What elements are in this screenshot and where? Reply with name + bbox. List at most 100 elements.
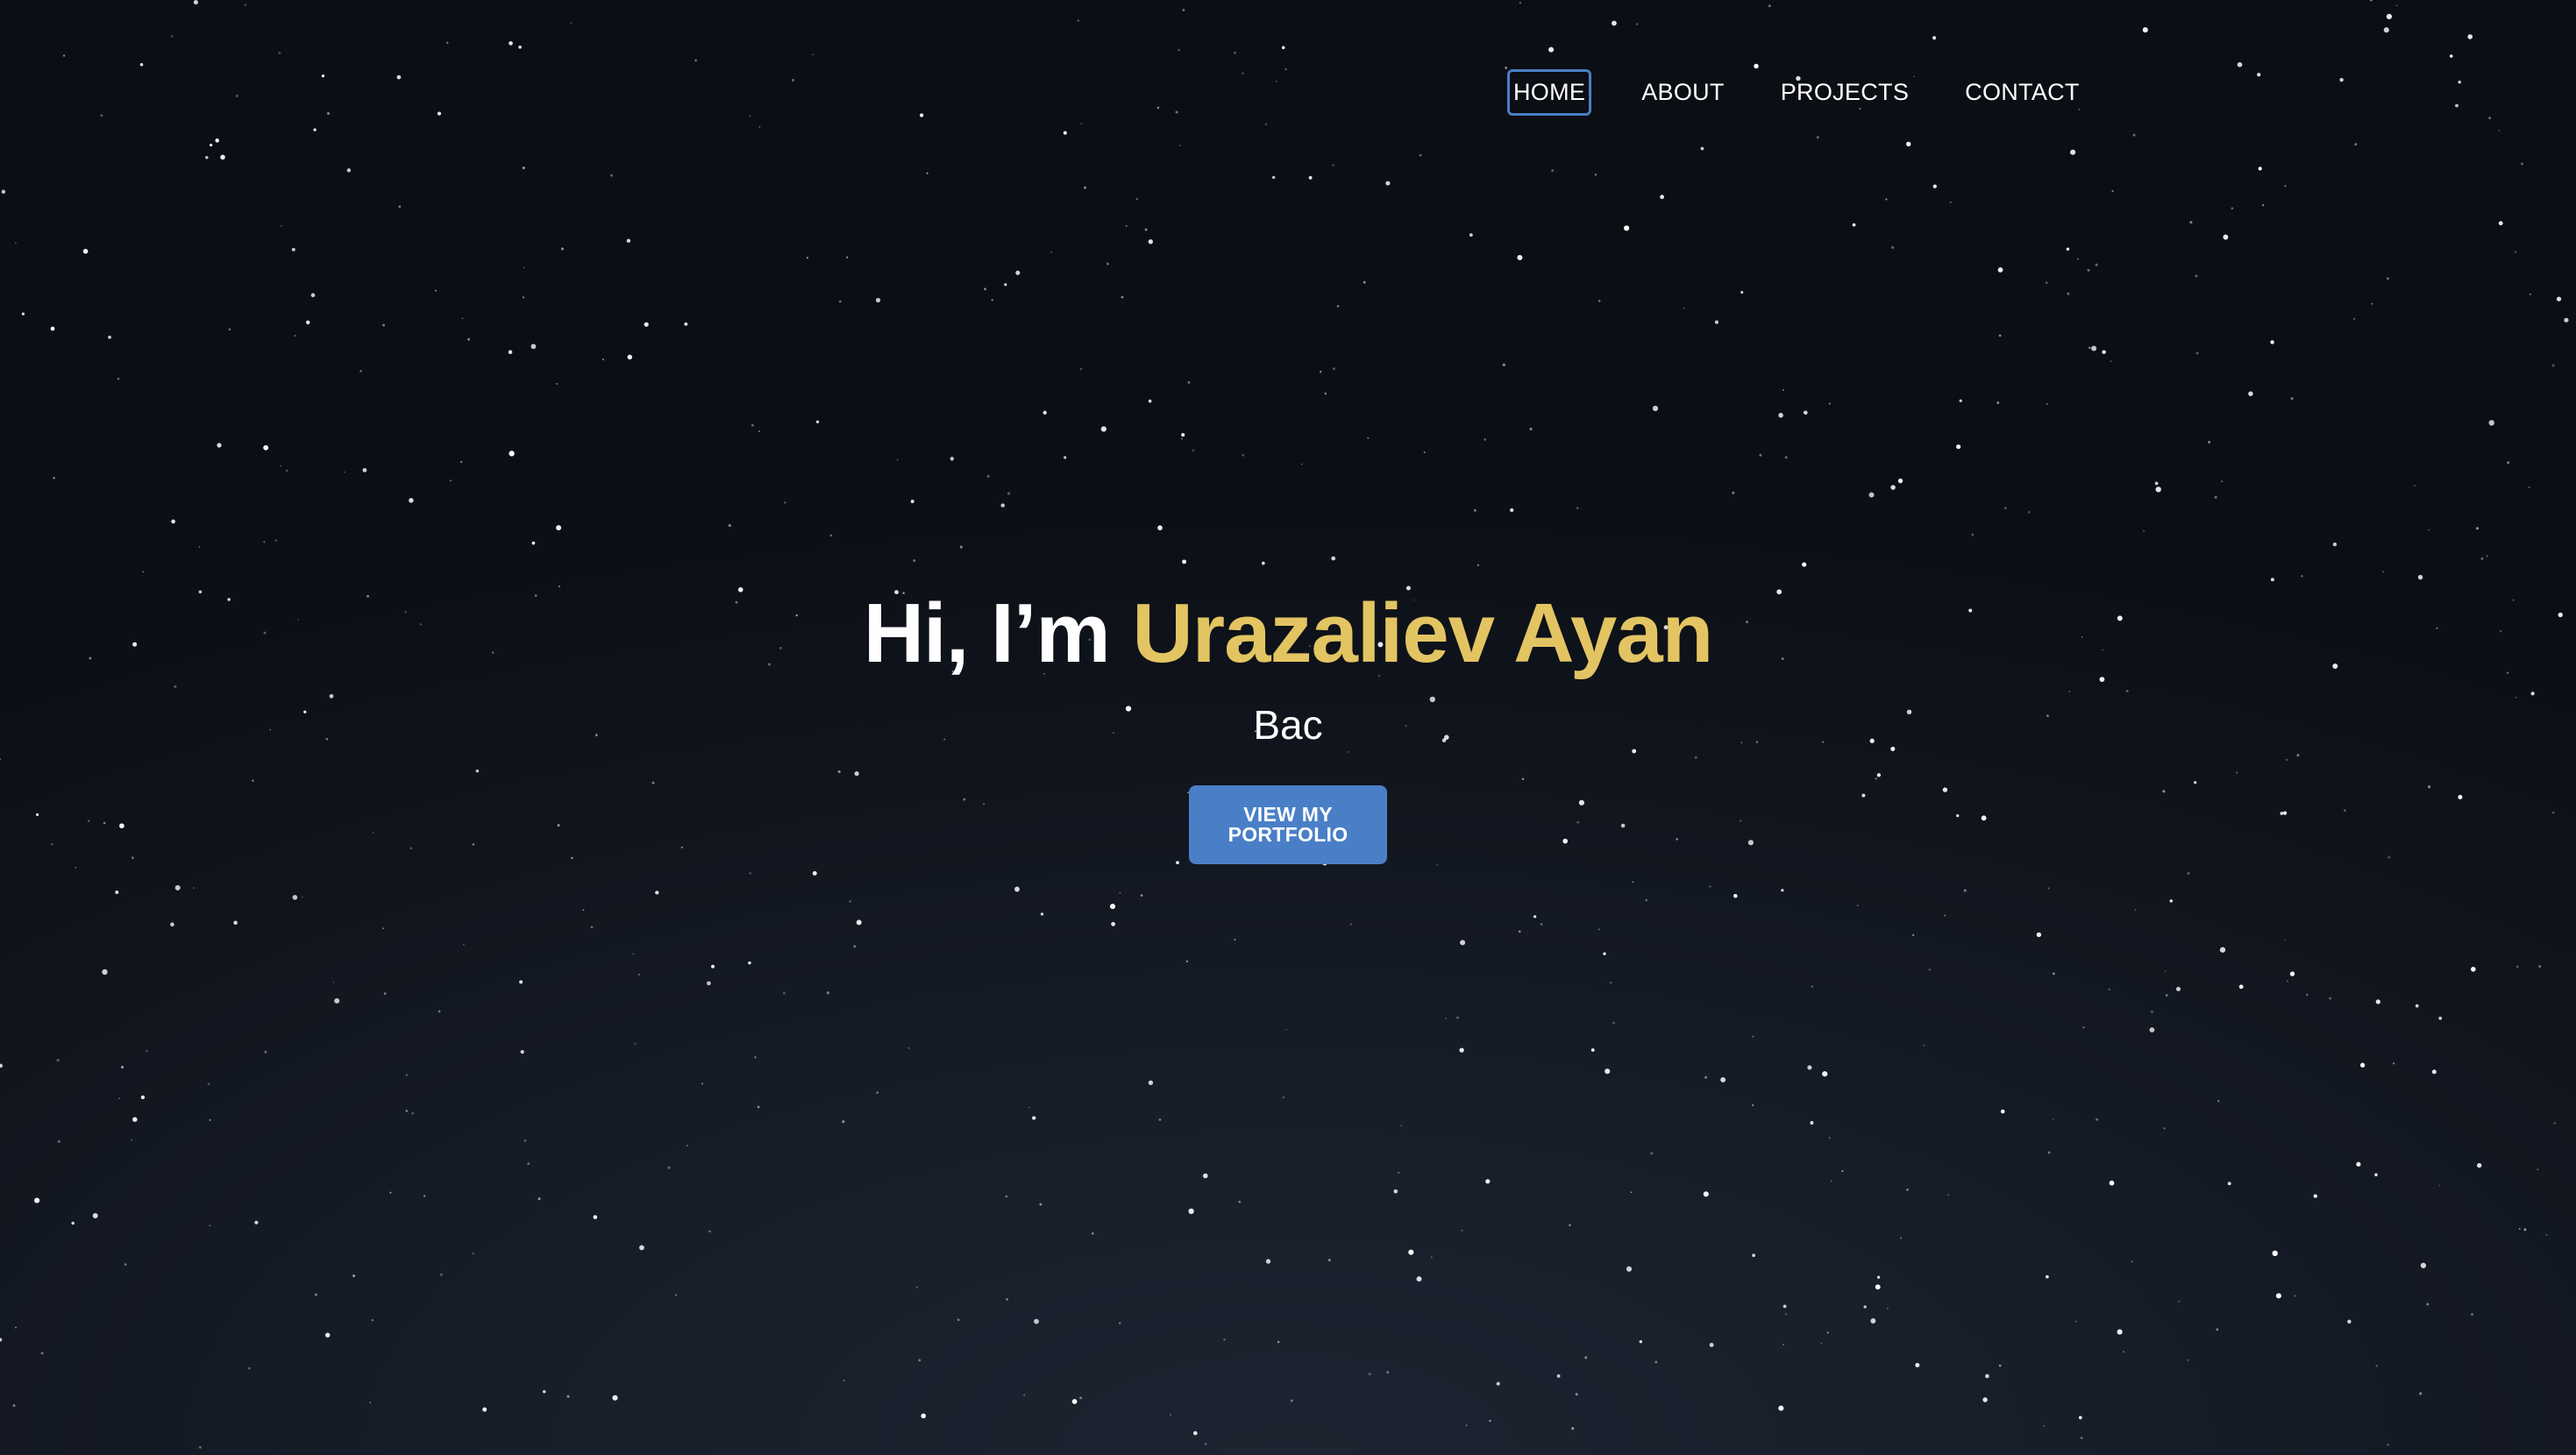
star [1023, 1394, 1026, 1396]
star [2036, 932, 2042, 938]
star [2414, 485, 2416, 487]
star [2347, 1319, 2352, 1324]
view-portfolio-button[interactable]: VIEW MY PORTFOLIO [1189, 785, 1387, 865]
star [1590, 1048, 1595, 1052]
star [2332, 542, 2338, 547]
star [50, 326, 55, 331]
star [1004, 283, 1007, 287]
star [1768, 4, 1771, 8]
star [2507, 461, 2509, 465]
star [1092, 1232, 1094, 1235]
star [2043, 1425, 2045, 1427]
star [856, 919, 862, 926]
star [2187, 871, 2190, 875]
star [2329, 997, 2332, 1000]
star [1156, 106, 1160, 110]
star [215, 138, 219, 143]
star [459, 460, 463, 464]
star [446, 41, 449, 44]
star [2046, 1274, 2049, 1279]
star [1489, 1419, 1491, 1423]
star [684, 322, 688, 326]
star [235, 94, 238, 97]
star [1971, 533, 1975, 536]
star [2238, 984, 2244, 990]
star [1277, 1340, 1280, 1344]
star [2208, 440, 2211, 444]
star [2270, 340, 2274, 344]
star [1180, 437, 1184, 440]
nav-about-link[interactable]: ABOUT [1638, 72, 1728, 113]
star [423, 1195, 426, 1197]
star [2155, 486, 2161, 493]
star [2047, 1151, 2051, 1154]
star [0, 1063, 4, 1068]
star [1959, 399, 1962, 402]
star [876, 1091, 879, 1094]
star [1875, 1284, 1881, 1290]
star [782, 991, 786, 995]
star [482, 1407, 487, 1412]
star [1242, 454, 1245, 457]
star [102, 969, 108, 976]
star [1157, 525, 1163, 531]
star [2142, 27, 2148, 33]
star [910, 500, 914, 504]
star [2438, 1184, 2441, 1187]
star [950, 457, 955, 461]
star [1187, 380, 1191, 384]
star [1308, 175, 1313, 180]
star [1363, 280, 1366, 284]
star [701, 1082, 704, 1085]
star [2066, 247, 2070, 251]
star [2301, 575, 2303, 578]
star [1084, 186, 1086, 189]
nav-home-link[interactable]: HOME [1506, 69, 1592, 116]
star [1015, 270, 1021, 275]
star [2275, 1293, 2281, 1299]
nav-projects-link[interactable]: PROJECTS [1777, 72, 1912, 113]
star [1752, 1253, 1755, 1258]
star [849, 900, 852, 903]
star [2419, 1392, 2423, 1395]
star [2272, 1250, 2278, 1257]
star [140, 1095, 146, 1100]
star [2178, 1300, 2181, 1302]
star [2564, 317, 2569, 323]
star [1332, 164, 1334, 167]
star [1398, 1171, 1400, 1175]
star [1598, 928, 1600, 931]
star [984, 287, 986, 291]
star [2154, 481, 2159, 486]
star [1822, 1071, 1828, 1077]
star [1000, 503, 1005, 507]
nav-contact-link[interactable]: CONTACT [1961, 72, 2083, 113]
star [1811, 985, 1813, 988]
star [1181, 433, 1185, 437]
star [1158, 1118, 1162, 1121]
star [1610, 982, 1612, 984]
star [1830, 1180, 1832, 1182]
star [205, 155, 209, 160]
star [285, 469, 288, 472]
star [1079, 1396, 1083, 1400]
star [1331, 556, 1336, 561]
star [2150, 1010, 2153, 1013]
star [2109, 1180, 2115, 1186]
star [274, 539, 277, 542]
star [1752, 1104, 1754, 1107]
star [1135, 198, 1139, 201]
star [2195, 351, 2199, 355]
star [437, 111, 442, 116]
star [344, 471, 346, 473]
star [75, 866, 77, 869]
star [792, 79, 794, 82]
star [2074, 1320, 2077, 1323]
star [2480, 557, 2484, 560]
star [1419, 153, 1422, 157]
star [566, 1395, 570, 1398]
star [2076, 258, 2079, 260]
star [2431, 1069, 2437, 1075]
star [1349, 923, 1352, 926]
star [2217, 1100, 2220, 1103]
